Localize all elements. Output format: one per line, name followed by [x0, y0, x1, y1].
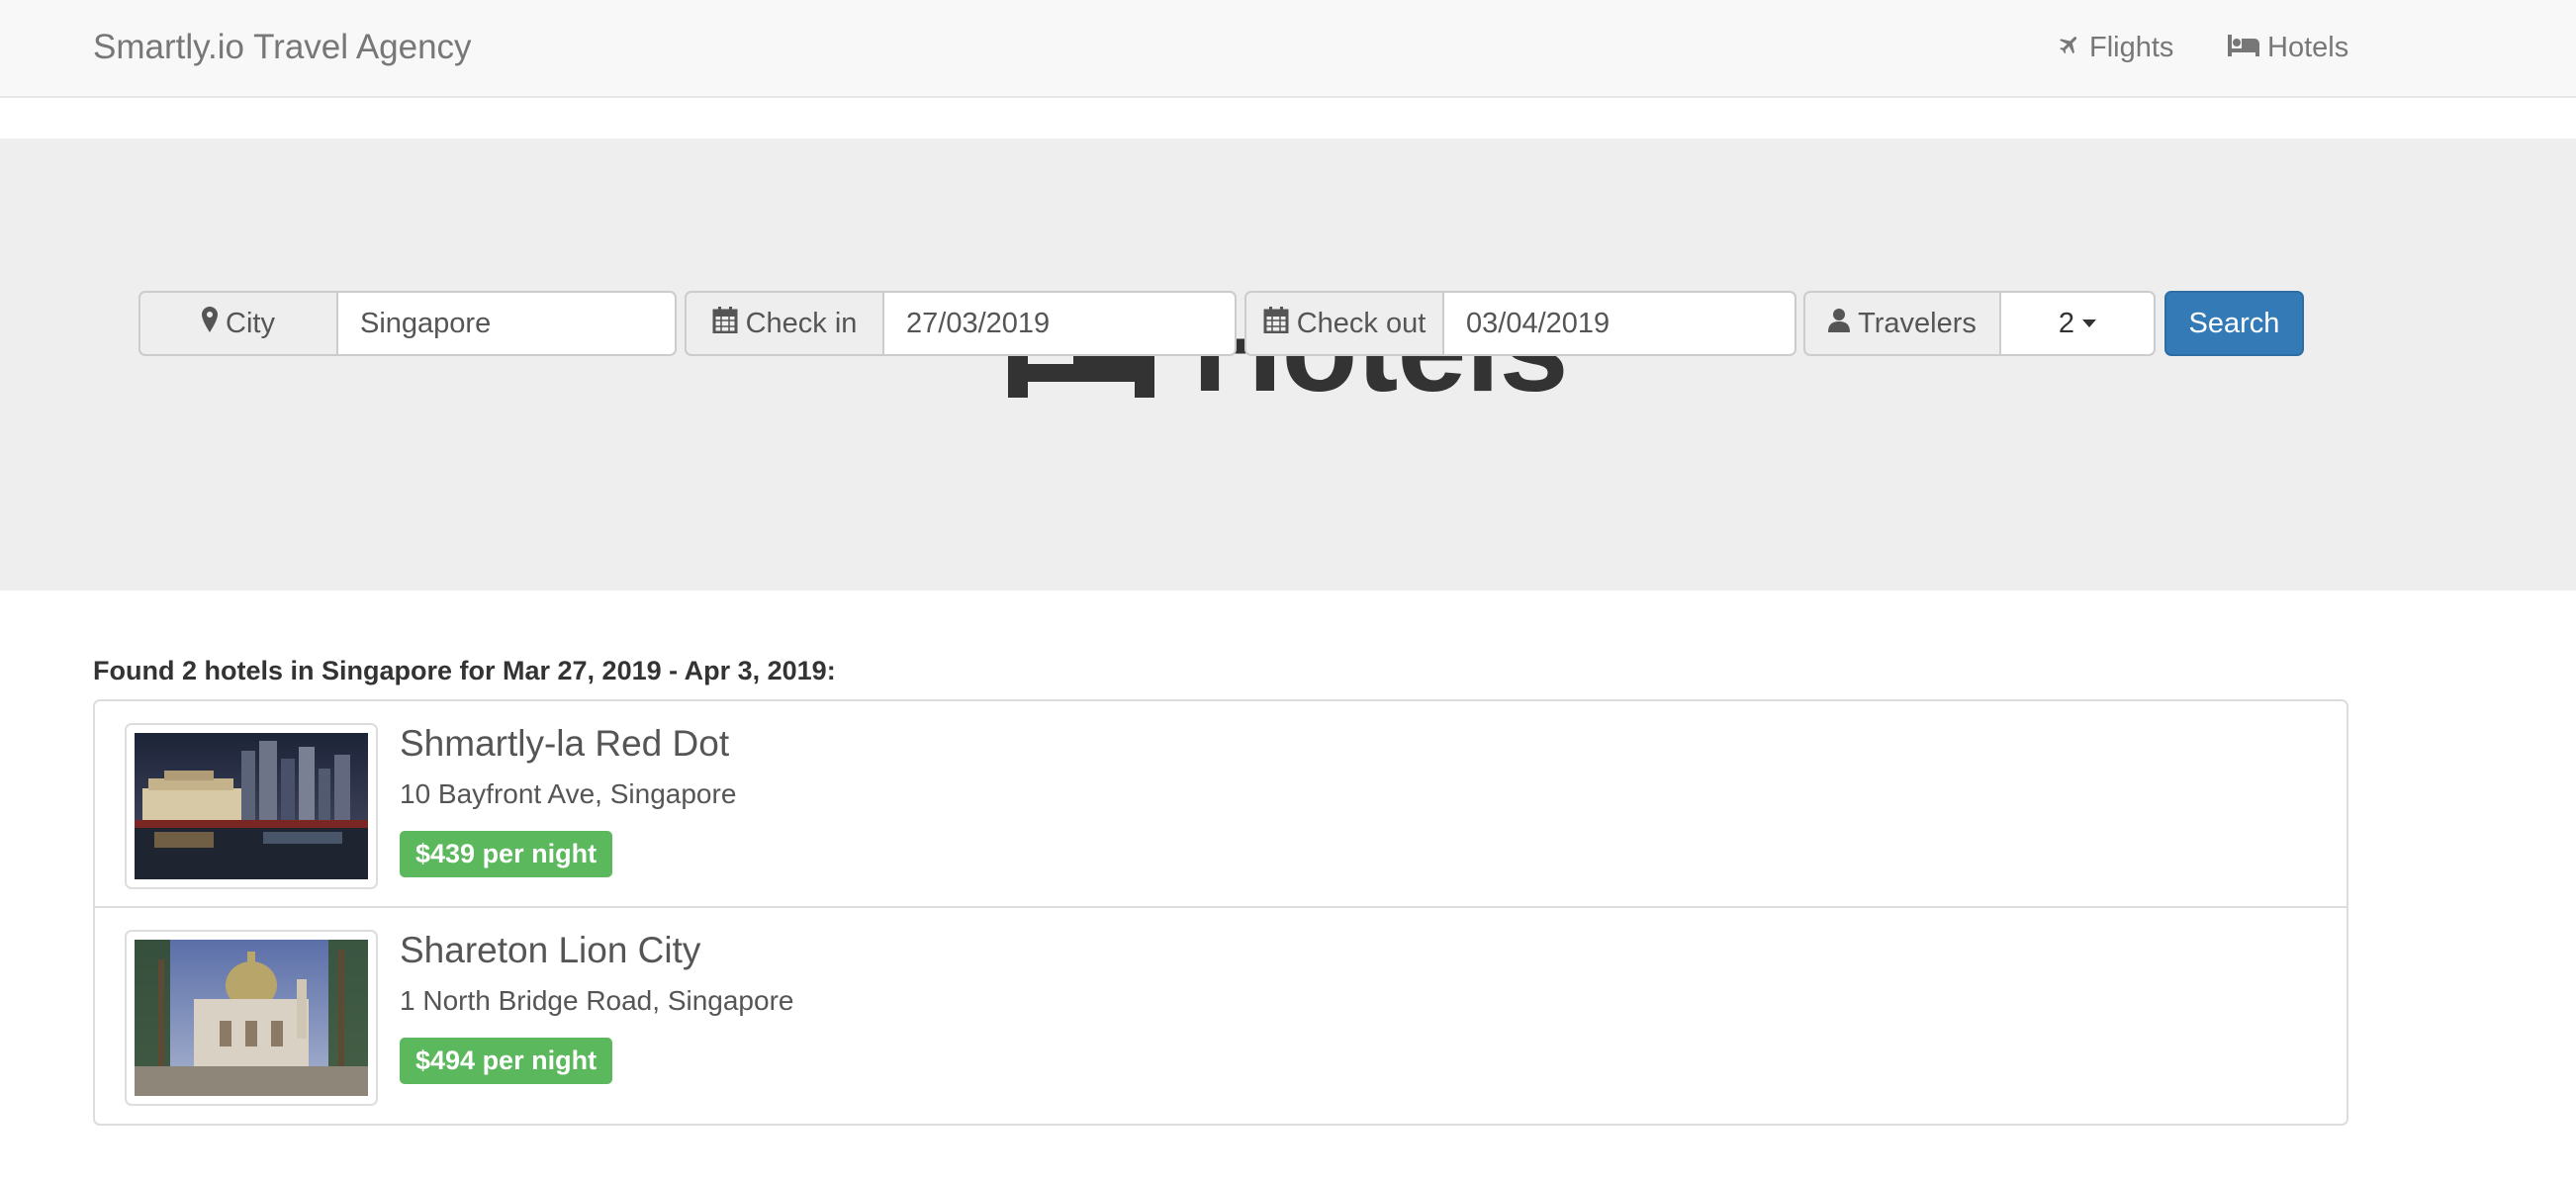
results-heading: Found 2 hotels in Singapore for Mar 27, … [93, 656, 836, 685]
nav-hotels-link[interactable]: Hotels [2228, 26, 2348, 69]
hotel-address: 1 North Bridge Road, Singapore [400, 985, 794, 1016]
list-item[interactable]: Shmartly-la Red Dot 10 Bayfront Ave, Sin… [95, 701, 2346, 908]
hotel-address: 10 Bayfront Ave, Singapore [400, 778, 737, 809]
check-in-addon: Check in [685, 291, 884, 356]
caret-down-icon [2082, 319, 2097, 327]
travelers-label: Travelers [1858, 307, 1977, 339]
hotel-thumbnail [125, 930, 378, 1106]
bed-icon [2228, 26, 2259, 69]
check-in-input-group: Check in 27/03/2019 [685, 291, 1237, 356]
check-out-input[interactable]: 03/04/2019 [1444, 291, 1796, 356]
map-marker-icon [202, 307, 219, 340]
navbar: Smartly.io Travel Agency Flights Hotels [0, 0, 2576, 98]
nav-flights-link[interactable]: Flights [2058, 26, 2173, 69]
list-item[interactable]: Shareton Lion City 1 North Bridge Road, … [95, 908, 2346, 1124]
search-button[interactable]: Search [2164, 291, 2304, 356]
travelers-value: 2 [2058, 307, 2075, 339]
calendar-icon [712, 306, 738, 341]
check-in-label: Check in [745, 307, 858, 339]
check-in-input[interactable]: 27/03/2019 [884, 291, 1237, 356]
check-out-addon: Check out [1244, 291, 1444, 356]
user-icon [1828, 308, 1851, 340]
calendar-icon [1263, 306, 1289, 341]
hotel-list: Shmartly-la Red Dot 10 Bayfront Ave, Sin… [93, 699, 2348, 1126]
hotel-thumbnail [125, 723, 378, 889]
nav-hotels-label: Hotels [2267, 32, 2349, 63]
city-label: City [226, 307, 275, 339]
brand-link[interactable]: Smartly.io Travel Agency [93, 26, 472, 69]
check-out-label: Check out [1296, 307, 1426, 339]
price-badge: $439 per night [400, 831, 613, 877]
hero-section: Hotels [0, 138, 2576, 591]
check-out-input-group: Check out 03/04/2019 [1244, 291, 1796, 356]
city-input[interactable]: Singapore [338, 291, 677, 356]
travelers-addon: Travelers [1803, 291, 2001, 356]
price-badge: $494 per night [400, 1038, 613, 1084]
city-input-group: City Singapore [138, 291, 677, 356]
nav-flights-label: Flights [2089, 32, 2174, 63]
travelers-input-group: Travelers 2 [1803, 291, 2156, 356]
city-addon: City [138, 291, 338, 356]
plane-icon [2058, 26, 2081, 69]
hotel-name[interactable]: Shareton Lion City [400, 928, 700, 973]
hotel-name[interactable]: Shmartly-la Red Dot [400, 721, 729, 767]
travelers-dropdown[interactable]: 2 [2001, 291, 2156, 356]
